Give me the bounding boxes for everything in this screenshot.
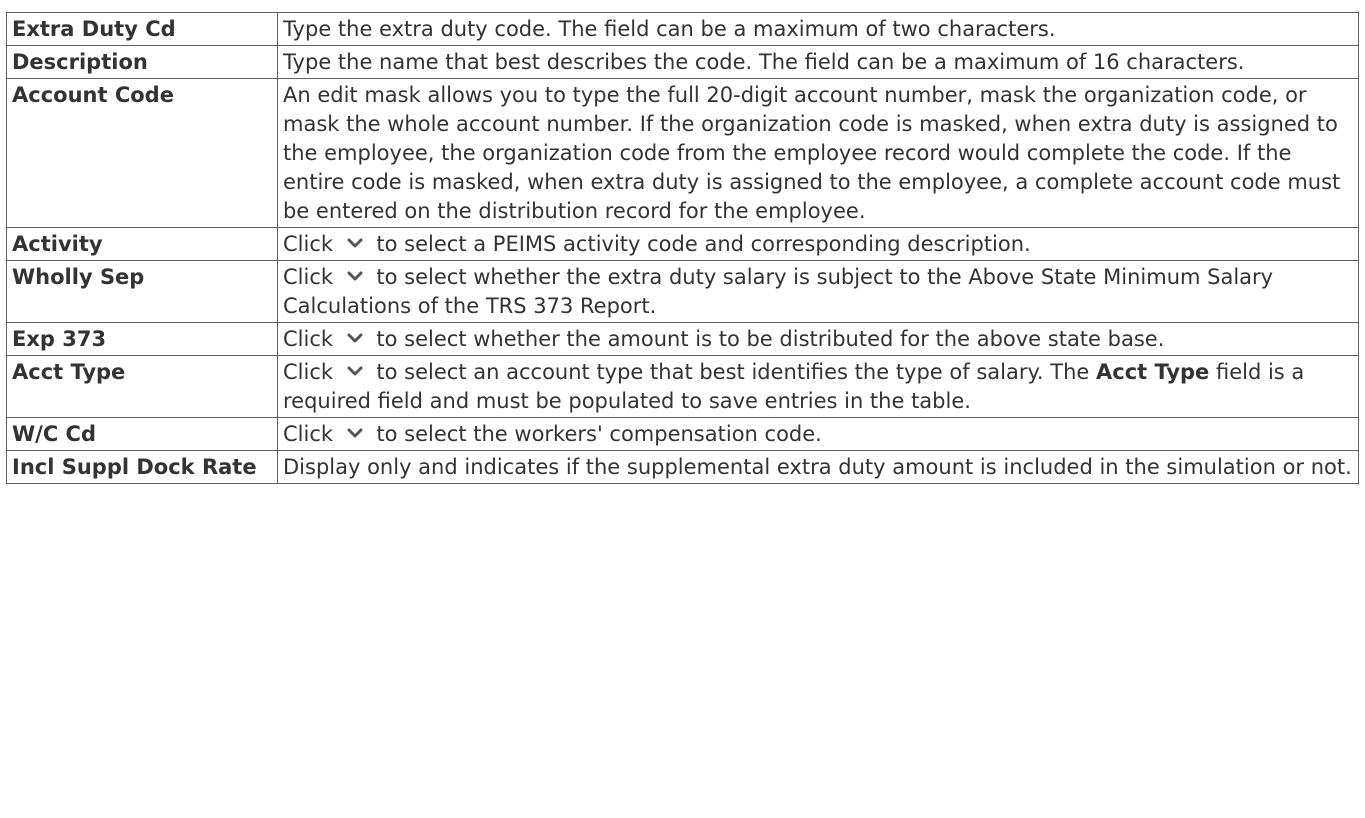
- description-text: to select an account type that best iden…: [376, 360, 1090, 384]
- field-description: Click to select whether the extra duty s…: [277, 260, 1359, 323]
- click-word: Click: [283, 265, 334, 289]
- chevron-down-icon: [340, 361, 370, 381]
- description-text: to select a PEIMS activity code and corr…: [376, 232, 1031, 256]
- description-text: to select whether the extra duty salary …: [283, 265, 1274, 318]
- chevron-down-icon: [340, 266, 370, 286]
- description-text: to select the workers' compensation code…: [376, 422, 822, 446]
- field-name: Wholly Sep: [6, 260, 278, 323]
- field-description: Click to select a PEIMS activity code an…: [277, 227, 1359, 261]
- click-word: Click: [283, 232, 334, 256]
- field-description: Display only and indicates if the supple…: [277, 450, 1359, 484]
- table-row: Account Code An edit mask allows you to …: [6, 78, 1359, 228]
- field-name: W/C Cd: [6, 417, 278, 451]
- field-name: Account Code: [6, 78, 278, 228]
- field-name: Incl Suppl Dock Rate: [6, 450, 278, 484]
- click-word: Click: [283, 360, 334, 384]
- table-row: Incl Suppl Dock Rate Display only and in…: [6, 450, 1359, 484]
- field-name: Extra Duty Cd: [6, 12, 278, 46]
- table-row: W/C Cd Click to select the workers' comp…: [6, 417, 1359, 451]
- click-word: Click: [283, 422, 334, 446]
- table-row: Exp 373 Click to select whether the amou…: [6, 322, 1359, 356]
- field-definitions-table: Extra Duty Cd Type the extra duty code. …: [6, 12, 1359, 484]
- table-row: Acct Type Click to select an account typ…: [6, 355, 1359, 418]
- field-description: An edit mask allows you to type the full…: [277, 78, 1359, 228]
- field-name: Acct Type: [6, 355, 278, 418]
- chevron-down-icon: [340, 233, 370, 253]
- field-description: Type the name that best describes the co…: [277, 45, 1359, 79]
- description-text: to select whether the amount is to be di…: [376, 327, 1165, 351]
- chevron-down-icon: [340, 423, 370, 443]
- field-description: Click to select the workers' compensatio…: [277, 417, 1359, 451]
- table-row: Description Type the name that best desc…: [6, 45, 1359, 79]
- field-description: Type the extra duty code. The field can …: [277, 12, 1359, 46]
- field-reference: Acct Type: [1096, 360, 1210, 384]
- table-row: Wholly Sep Click to select whether the e…: [6, 260, 1359, 323]
- table-row: Activity Click to select a PEIMS activit…: [6, 227, 1359, 261]
- chevron-down-icon: [340, 328, 370, 348]
- field-description: Click to select whether the amount is to…: [277, 322, 1359, 356]
- click-word: Click: [283, 327, 334, 351]
- field-name: Activity: [6, 227, 278, 261]
- field-name: Description: [6, 45, 278, 79]
- table-row: Extra Duty Cd Type the extra duty code. …: [6, 12, 1359, 46]
- field-description: Click to select an account type that bes…: [277, 355, 1359, 418]
- field-name: Exp 373: [6, 322, 278, 356]
